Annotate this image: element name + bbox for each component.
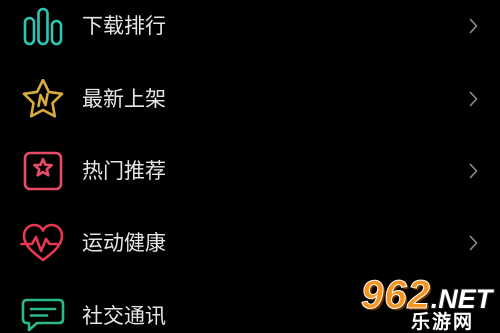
menu-item-new-arrivals[interactable]: 最新上架 (0, 62, 500, 135)
star-new-icon (22, 78, 64, 117)
chat-bubble-icon (21, 298, 65, 332)
chevron-right-icon (469, 163, 478, 179)
heart-pulse-icon (20, 223, 64, 262)
menu-item-label: 最新上架 (82, 86, 166, 111)
menu-item-hot-picks[interactable]: 热门推荐 (0, 135, 500, 207)
chevron-right-icon (469, 235, 478, 251)
menu-item-download-ranking[interactable]: 下载排行 (0, 0, 500, 62)
menu-item-sports-health[interactable]: 运动健康 (0, 207, 500, 279)
menu-item-label: 运动健康 (82, 231, 166, 255)
chevron-right-icon (469, 91, 478, 106)
bar-chart-icon (23, 7, 63, 46)
watermark-domain: .NET (430, 284, 493, 314)
star-badge-icon (23, 151, 63, 191)
menu-item-label: 下载排行 (82, 14, 166, 38)
chevron-right-icon (469, 18, 478, 34)
watermark-brand: 962.NET (358, 279, 498, 316)
category-menu-screen: 下载排行 最新上架 热门推荐 运动健康 社交通讯 962.NET 乐游网 (0, 0, 500, 333)
watermark-logo: 962.NET 乐游网 (358, 279, 498, 333)
menu-item-label: 热门推荐 (82, 159, 166, 183)
